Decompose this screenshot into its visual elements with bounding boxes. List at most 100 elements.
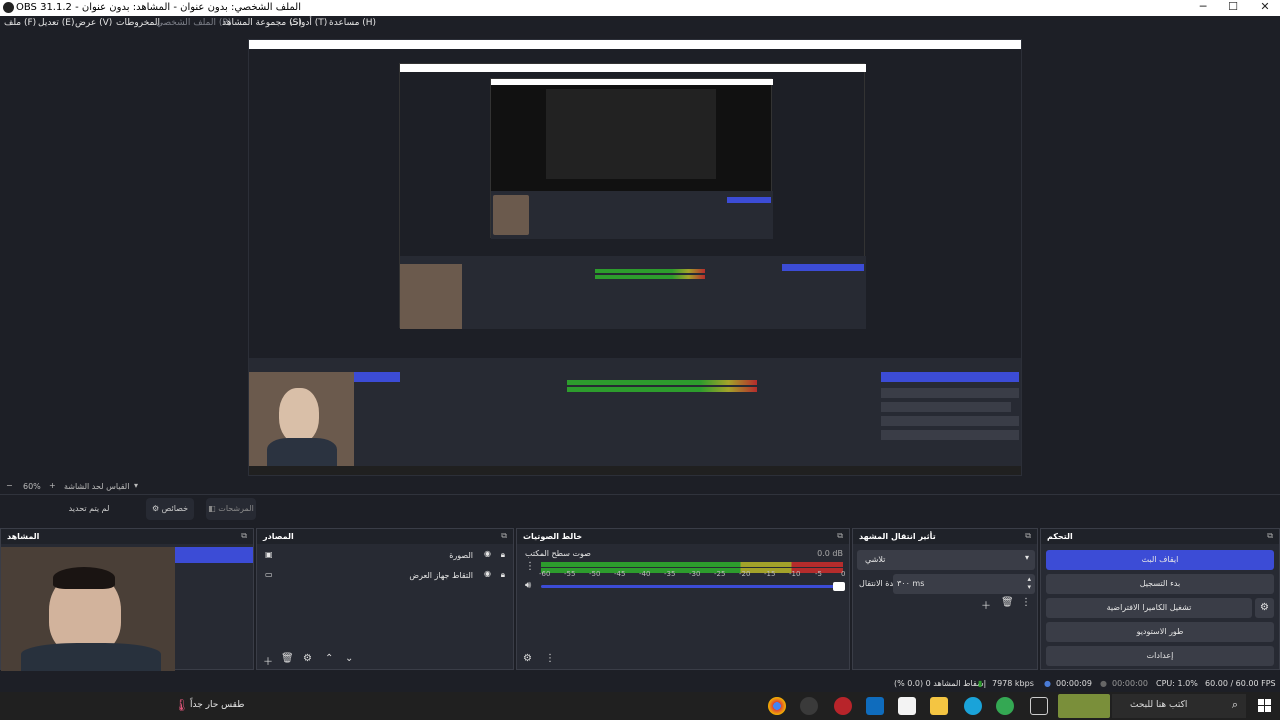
dock-float-icon[interactable]: ⧉ xyxy=(837,531,843,541)
virtual-camera-button[interactable]: تشغيل الكاميرا الافتراضية xyxy=(1046,598,1252,618)
task-view-icon[interactable] xyxy=(1030,697,1048,715)
chevron-down-icon: ▾ xyxy=(1024,553,1029,562)
start-recording-button[interactable]: بدء التسجيل xyxy=(1046,574,1274,594)
window-titlebar: OBS 31.1.2 - الملف الشخصي: بدون عنوان - … xyxy=(0,0,1280,16)
tick-label: -5 xyxy=(815,570,822,578)
volume-slider-handle[interactable] xyxy=(833,582,845,591)
mixer-settings-icon[interactable]: ⚙ xyxy=(523,653,532,664)
duration-spinbox[interactable]: ٣٠٠ ms ▴ ▾ xyxy=(893,574,1035,594)
stop-stream-button[interactable]: ايقاف البث xyxy=(1046,550,1274,570)
remove-transition-icon[interactable]: 🗑︎ xyxy=(1001,597,1014,608)
volume-slider[interactable] xyxy=(541,582,845,591)
filters-button[interactable]: ◧ المرشحات xyxy=(206,498,256,520)
lock-icon[interactable]: 🔒︎ xyxy=(501,570,505,580)
lock-icon[interactable]: 🔒︎ xyxy=(501,550,505,560)
zoom-dropdown-icon[interactable]: ▾ xyxy=(134,481,138,490)
eye-icon[interactable]: ◉ xyxy=(484,549,491,558)
signal-icon: ▮ xyxy=(978,679,983,688)
dock-float-icon[interactable]: ⧉ xyxy=(501,531,507,541)
menu-file[interactable]: ملف (F) xyxy=(4,18,36,28)
tick-label: -25 xyxy=(714,570,726,578)
source-item[interactable]: ▭ 🔒︎ ◉ التقاط جهاز العرض xyxy=(265,568,505,586)
fps: 60.00 / 60.00 FPS xyxy=(1205,679,1276,688)
window-title: OBS 31.1.2 - الملف الشخصي: بدون عنوان - … xyxy=(16,2,301,13)
folder-icon[interactable] xyxy=(930,697,948,715)
transition-menu-icon[interactable]: ⋮ xyxy=(1021,597,1031,608)
windows-start-icon[interactable] xyxy=(1258,699,1271,712)
taskbar-search[interactable]: اكتب هنا للبحث ⌕ xyxy=(1112,694,1246,718)
menu-tools[interactable]: أدوات (T) xyxy=(290,18,327,28)
volume-meter-left xyxy=(541,562,843,567)
nested-docks xyxy=(249,358,1021,475)
zoom-out-button[interactable]: − xyxy=(6,481,13,490)
menu-help[interactable]: مساعدة (H) xyxy=(329,18,376,28)
sources-title: المصادر xyxy=(263,532,294,541)
scenes-dock-header: المشاهد ⧉ xyxy=(1,529,253,544)
source-item[interactable]: ▣ 🔒︎ ◉ الصورة xyxy=(265,548,505,566)
move-up-icon[interactable]: ⌃ xyxy=(325,653,333,664)
chrome-alt-icon[interactable] xyxy=(996,697,1014,715)
record-icon: ● xyxy=(1100,679,1107,688)
stream-time: 00:00:09 xyxy=(1056,679,1092,688)
preview-canvas[interactable] xyxy=(248,39,1022,476)
meter-ticks: -60 -55 -50 -45 -40 -35 -30 -25 -20 -15 … xyxy=(539,570,849,580)
virtual-camera-settings-icon[interactable]: ⚙ xyxy=(1255,598,1274,618)
spin-arrows-icon[interactable]: ▴ ▾ xyxy=(1027,575,1031,591)
maximize-button[interactable]: ☐ xyxy=(1218,0,1248,16)
add-source-icon[interactable]: ＋ xyxy=(263,653,273,668)
tick-label: -40 xyxy=(639,570,651,578)
store-icon[interactable] xyxy=(898,697,916,715)
nested-taskbar xyxy=(249,466,1021,475)
chrome-icon[interactable] xyxy=(768,697,786,715)
obs-logo-icon xyxy=(3,2,14,13)
scenes-title: المشاهد xyxy=(7,532,40,541)
mixer-menu-icon[interactable]: ⋮ xyxy=(545,653,555,664)
eye-icon[interactable]: ◉ xyxy=(484,569,491,578)
dock-float-icon[interactable]: ⧉ xyxy=(241,531,247,541)
edge-icon[interactable] xyxy=(964,697,982,715)
outlook-icon[interactable] xyxy=(866,697,884,715)
source-label: التقاط جهاز العرض xyxy=(409,571,473,580)
dock-float-icon[interactable]: ⧉ xyxy=(1025,531,1031,541)
move-down-icon[interactable]: ⌄ xyxy=(345,653,353,664)
obs-icon[interactable] xyxy=(800,697,818,715)
filter-icon: ◧ xyxy=(208,504,219,513)
monitor-icon: ▭ xyxy=(265,570,273,579)
speaker-icon[interactable]: 🔊︎ xyxy=(525,580,531,591)
minimize-button[interactable]: ─ xyxy=(1188,0,1218,16)
dock-float-icon[interactable]: ⧉ xyxy=(1267,531,1273,541)
zoom-fit-label[interactable]: القياس لحد الشاشة xyxy=(64,482,129,491)
remove-source-icon[interactable]: 🗑︎ xyxy=(281,653,294,664)
close-button[interactable]: ✕ xyxy=(1250,0,1280,16)
menu-profile[interactable]: الملف الشخصي (P) xyxy=(156,18,231,28)
record-time: 00:00:00 xyxy=(1112,679,1148,688)
transitions-dock-header: تأثير انتقال المشهد ⧉ xyxy=(853,529,1037,544)
tick-label: -10 xyxy=(789,570,801,578)
bitrate: 7978 kbps xyxy=(992,679,1034,688)
cpu-usage: CPU: 1.0% xyxy=(1156,679,1198,688)
studio-mode-button[interactable]: طور الاستوديو xyxy=(1046,622,1274,642)
controls-dock-header: التحكم ⧉ xyxy=(1041,529,1279,544)
weather-text[interactable]: طقس حار جداً xyxy=(190,700,244,710)
source-settings-icon[interactable]: ⚙ xyxy=(303,653,312,664)
app-icon[interactable] xyxy=(834,697,852,715)
transitions-dock: تأثير انتقال المشهد ⧉ تلاشي ▾ مدة الانتق… xyxy=(852,528,1038,670)
menu-docks[interactable]: المخروطات xyxy=(116,18,160,28)
scene-item-selected[interactable] xyxy=(175,547,253,563)
menu-edit[interactable]: تعديل (E) xyxy=(38,18,74,28)
thermometer-icon: 🌡︎ xyxy=(174,698,190,712)
nested-titlebar xyxy=(249,40,1021,49)
dropped-frames: إسقاط المشاهد 0 (0.0 %) xyxy=(894,679,986,688)
zoom-in-button[interactable]: + xyxy=(49,481,56,490)
add-transition-icon[interactable]: ＋ xyxy=(981,597,991,612)
audio-mixer-dock: خالط الصوتيات ⧉ صوت سطح المكتب 0.0 dB ⋮ … xyxy=(516,528,850,670)
properties-button[interactable]: ⚙ خصائص xyxy=(146,498,194,520)
controls-dock: التحكم ⧉ ايقاف البث بدء التسجيل تشغيل ال… xyxy=(1040,528,1280,670)
menu-view[interactable]: عرض (V) xyxy=(75,18,112,28)
channel-menu-icon[interactable]: ⋮ xyxy=(525,561,535,572)
transition-type-select[interactable]: تلاشي ▾ xyxy=(857,550,1035,570)
tick-label: -50 xyxy=(589,570,601,578)
settings-button[interactable]: إعدادات xyxy=(1046,646,1274,666)
mixer-dock-header: خالط الصوتيات ⧉ xyxy=(517,529,849,544)
tick-label: -30 xyxy=(689,570,701,578)
